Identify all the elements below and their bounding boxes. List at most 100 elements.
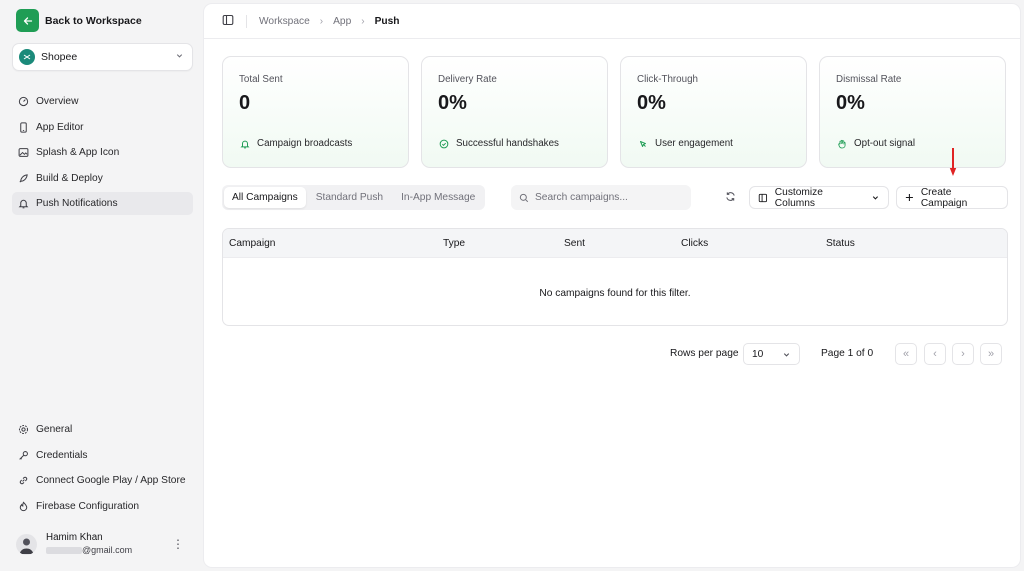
stat-label: Click-Through: [637, 74, 698, 85]
column-header-type[interactable]: Type: [443, 238, 465, 249]
rows-per-page-select[interactable]: 10: [743, 343, 800, 365]
sidebar-item-label: Overview: [36, 96, 79, 107]
breadcrumb-current: Push: [374, 15, 400, 27]
sidebar-item-label: Credentials: [36, 449, 88, 461]
stat-value: 0%: [438, 92, 467, 114]
sidebar-item-label: Connect Google Play / App Store: [36, 475, 186, 486]
gear-icon: [18, 424, 29, 435]
column-header-sent[interactable]: Sent: [564, 238, 585, 249]
next-page-button[interactable]: ›: [952, 343, 974, 365]
rocket-icon: [19, 173, 28, 183]
sidebar-item-push-notifications[interactable]: Push Notifications: [12, 192, 193, 215]
chevrons-right-icon: »: [987, 348, 995, 360]
stat-value: 0%: [836, 92, 865, 114]
stat-footer: User engagement: [638, 138, 733, 149]
sidebar-item-build-deploy[interactable]: Build & Deploy: [12, 167, 193, 190]
stat-card-dismissal-rate: Dismissal Rate 0% Opt-out signal: [819, 56, 1006, 168]
refresh-icon[interactable]: [725, 191, 736, 205]
phone-icon: [20, 121, 27, 133]
sidebar-item-label: Push Notifications: [36, 198, 118, 209]
sidebar-item-splash-app-icon[interactable]: Splash & App Icon: [12, 141, 193, 164]
previous-page-button[interactable]: ‹: [924, 343, 946, 365]
tab-standard-push[interactable]: Standard Push: [308, 187, 391, 208]
check-circle-icon: [439, 139, 449, 148]
more-vertical-icon[interactable]: ⋮: [168, 537, 188, 551]
sidebar-item-credentials[interactable]: Credentials: [12, 444, 193, 467]
stat-label: Total Sent: [239, 74, 283, 85]
rows-per-page-value: 10: [752, 348, 764, 360]
stat-card-delivery-rate: Delivery Rate 0% Successful handshakes: [421, 56, 608, 168]
flame-icon: [19, 501, 28, 511]
sidebar: Back to Workspace Shopee Overview App Ed…: [0, 0, 203, 571]
sidebar-item-connect-stores[interactable]: Connect Google Play / App Store: [12, 469, 193, 492]
first-page-button[interactable]: «: [895, 343, 917, 365]
campaigns-table: Campaign Type Sent Clicks Status No camp…: [222, 228, 1008, 326]
campaign-toolbar: All Campaigns Standard Push In-App Messa…: [222, 185, 1008, 210]
tab-in-app-message[interactable]: In-App Message: [393, 187, 483, 208]
chevron-down-icon: [783, 352, 790, 357]
customize-columns-button[interactable]: Customize Columns: [749, 186, 889, 209]
create-campaign-label: Create Campaign: [920, 186, 968, 209]
bell-icon: [240, 140, 250, 148]
stat-card-total-sent: Total Sent 0 Campaign broadcasts: [222, 56, 409, 168]
pagination: Rows per page 10 Page 1 of 0 « ‹ › »: [204, 343, 1004, 365]
search-input[interactable]: [535, 192, 685, 203]
user-email-suffix: @gmail.com: [82, 545, 133, 555]
user-email: @gmail.com: [46, 544, 159, 556]
sidebar-item-label: General: [36, 424, 73, 435]
breadcrumb-app[interactable]: App: [333, 16, 351, 27]
chevron-right-icon: ›: [361, 15, 365, 27]
stats-cards: Total Sent 0 Campaign broadcasts Deliver…: [222, 56, 1006, 168]
campaign-tabs: All Campaigns Standard Push In-App Messa…: [222, 185, 486, 210]
column-header-campaign[interactable]: Campaign: [229, 238, 275, 249]
chevron-right-icon: ›: [961, 348, 965, 360]
breadcrumb-workspace[interactable]: Workspace: [259, 16, 310, 27]
redacted-email-mask: [46, 547, 82, 555]
sidebar-item-label: Firebase Configuration: [36, 500, 140, 512]
image-icon: [18, 148, 29, 157]
sidebar-item-label: App Editor: [36, 121, 84, 133]
chevron-down-icon: [175, 51, 184, 63]
stat-card-click-through: Click-Through 0% User engagement: [620, 56, 807, 168]
plus-icon: [905, 193, 913, 202]
user-name: Hamim Khan: [46, 532, 103, 543]
sidebar-toggle-icon[interactable]: [222, 14, 234, 29]
sidebar-item-overview[interactable]: Overview: [12, 90, 193, 113]
app-logo-icon: [19, 49, 35, 65]
column-header-clicks[interactable]: Clicks: [681, 238, 708, 249]
sidebar-item-app-editor[interactable]: App Editor: [12, 116, 193, 139]
app-name: Shopee: [41, 51, 78, 63]
cursor-click-icon: [640, 140, 646, 147]
empty-state-message: No campaigns found for this filter.: [539, 288, 691, 299]
key-icon: [19, 450, 28, 460]
create-campaign-button[interactable]: Create Campaign: [896, 186, 1008, 209]
stat-value: 0%: [637, 92, 666, 114]
column-header-status[interactable]: Status: [826, 238, 855, 249]
sidebar-nav-settings: General Credentials Connect Google Play …: [12, 418, 193, 520]
stat-footer: Opt-out signal: [837, 138, 915, 149]
last-page-button[interactable]: »: [980, 343, 1002, 365]
stat-footer-label: Opt-out signal: [854, 138, 915, 149]
chevron-down-icon: [873, 196, 879, 200]
customize-columns-label: Customize Columns: [774, 186, 823, 209]
annotation-arrow-icon: [949, 148, 957, 176]
page-indicator: Page 1 of 0: [821, 348, 874, 359]
app-selector[interactable]: Shopee: [12, 43, 193, 71]
search-icon: [519, 193, 529, 202]
stat-footer-label: Successful handshakes: [456, 138, 559, 149]
arrow-left-icon: [16, 9, 39, 32]
tab-all-campaigns[interactable]: All Campaigns: [224, 187, 306, 208]
link-icon: [19, 476, 28, 485]
avatar: [16, 533, 37, 555]
back-to-workspace-button[interactable]: Back to Workspace: [16, 9, 142, 32]
hand-icon: [838, 139, 846, 148]
sidebar-item-firebase-configuration[interactable]: Firebase Configuration: [12, 495, 193, 518]
stat-footer-label: Campaign broadcasts: [257, 138, 353, 149]
sidebar-item-general[interactable]: General: [12, 418, 193, 441]
user-info: Hamim Khan @gmail.com: [46, 532, 159, 556]
sidebar-nav-primary: Overview App Editor Splash & App Icon Bu…: [12, 90, 193, 218]
user-profile[interactable]: Hamim Khan @gmail.com ⋮: [16, 532, 188, 556]
sidebar-item-label: Splash & App Icon: [36, 147, 120, 158]
stat-label: Delivery Rate: [438, 74, 497, 85]
table-header: Campaign Type Sent Clicks Status: [223, 229, 1007, 258]
